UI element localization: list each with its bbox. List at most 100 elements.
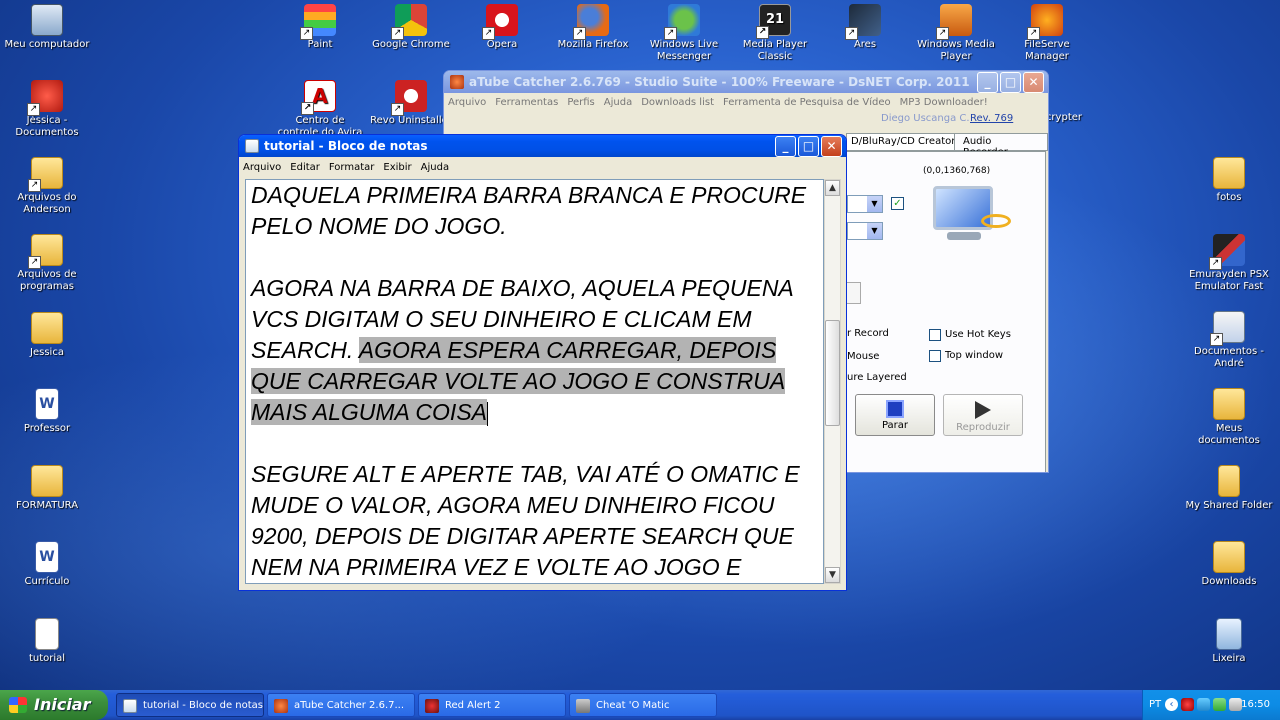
desktop-icon-curriculo[interactable]: W Currículo bbox=[2, 541, 92, 588]
desktop-icon-lixeira[interactable]: Lixeira bbox=[1184, 618, 1274, 665]
desktop-icon-firefox[interactable]: Mozilla Firefox bbox=[548, 4, 638, 51]
text-segment: SEARCH. bbox=[251, 337, 359, 363]
maximize-button[interactable]: □ bbox=[1000, 71, 1021, 93]
atube-icon bbox=[274, 699, 288, 713]
text-line: 9200, DEPOIS DE DIGITAR APERTE SEARCH QU… bbox=[251, 523, 794, 549]
play-label: Reproduzir bbox=[956, 422, 1010, 433]
menu-perfis[interactable]: Perfis bbox=[567, 97, 594, 108]
notepad-window[interactable]: tutorial - Bloco de notas _ □ ✕ Arquivo … bbox=[238, 134, 847, 591]
cheat-o-matic-icon bbox=[576, 699, 590, 713]
notepad-app-icon bbox=[245, 139, 259, 153]
taskbar-item-cheat-o-matic[interactable]: Cheat 'O Matic bbox=[569, 693, 717, 717]
desktop-icon-arquivos-programas[interactable]: Arquivos de programas bbox=[2, 234, 92, 293]
menu-ajuda[interactable]: Ajuda bbox=[604, 97, 632, 108]
clock[interactable]: 16:50 bbox=[1241, 699, 1270, 710]
play-button[interactable]: Reproduzir bbox=[943, 394, 1023, 436]
tab-creator[interactable]: D/BluRay/CD Creator bbox=[846, 133, 961, 151]
vertical-scrollbar[interactable]: ▲ ▼ bbox=[824, 179, 841, 584]
start-button[interactable]: Iniciar bbox=[0, 690, 108, 720]
antivirus-tray-icon[interactable] bbox=[1181, 698, 1194, 711]
menu-formatar[interactable]: Formatar bbox=[329, 162, 374, 173]
menu-arquivo[interactable]: Arquivo bbox=[448, 97, 486, 108]
stop-icon bbox=[886, 400, 904, 418]
desktop-icon-jessica[interactable]: Jessica bbox=[2, 312, 92, 359]
chevron-left-icon[interactable]: ‹ bbox=[1165, 698, 1178, 711]
volume-tray-icon[interactable] bbox=[1229, 698, 1242, 711]
icon-label: Jessica bbox=[30, 347, 64, 358]
notepad-titlebar[interactable]: tutorial - Bloco de notas _ □ ✕ bbox=[239, 135, 846, 157]
desktop-icon-documentos-andre[interactable]: Documentos - André bbox=[1184, 311, 1274, 370]
minimize-button[interactable]: _ bbox=[977, 71, 998, 93]
desktop-icon-opera[interactable]: Opera bbox=[457, 4, 547, 51]
atube-author-link[interactable]: Diego Uscanga C. bbox=[881, 113, 970, 124]
menu-editar[interactable]: Editar bbox=[290, 162, 320, 173]
desktop-icon-msn[interactable]: Windows Live Messenger bbox=[639, 4, 729, 63]
scroll-up-button[interactable]: ▲ bbox=[825, 180, 840, 196]
notepad-title: tutorial - Bloco de notas bbox=[264, 139, 428, 153]
desktop-icon-wmp[interactable]: Windows Media Player bbox=[911, 4, 1001, 63]
desktop-icon-paint[interactable]: Paint bbox=[275, 4, 365, 51]
taskbar-item-red-alert[interactable]: Red Alert 2 bbox=[418, 693, 566, 717]
text-line: PELO NOME DO JOGO. bbox=[251, 213, 507, 239]
icon-label: Mozilla Firefox bbox=[557, 39, 629, 50]
atube-small-button[interactable] bbox=[847, 282, 861, 304]
language-indicator[interactable]: PT bbox=[1149, 699, 1161, 710]
desktop-icon-fileserve[interactable]: FileServe Manager bbox=[1002, 4, 1092, 63]
messenger-icon bbox=[664, 4, 700, 40]
menu-downloads-list[interactable]: Downloads list bbox=[641, 97, 714, 108]
desktop-icon-professor[interactable]: W Professor bbox=[2, 388, 92, 435]
desktop-icon-shared-folder[interactable]: My Shared Folder bbox=[1184, 465, 1274, 512]
desktop-icon-emurayden[interactable]: Emurayden PSX Emulator Fast bbox=[1184, 234, 1274, 293]
desktop-icon-chrome[interactable]: Google Chrome bbox=[366, 4, 456, 51]
menu-ferramentas[interactable]: Ferramentas bbox=[495, 97, 558, 108]
top-window-checkbox[interactable] bbox=[929, 350, 941, 362]
security-tray-icon[interactable] bbox=[1213, 698, 1226, 711]
stop-button[interactable]: Parar bbox=[855, 394, 935, 436]
network-tray-icon[interactable] bbox=[1197, 698, 1210, 711]
text-line: VCS DIGITAM O SEU DINHEIRO E CLICAM EM bbox=[251, 306, 752, 332]
chevron-down-icon: ▼ bbox=[867, 223, 882, 239]
desktop-icon-arquivos-anderson[interactable]: Arquivos do Anderson bbox=[2, 157, 92, 216]
desktop-icon-mpc[interactable]: 21 Media Player Classic bbox=[730, 4, 820, 63]
scroll-down-button[interactable]: ▼ bbox=[825, 567, 840, 583]
use-hotkeys-checkbox[interactable] bbox=[929, 329, 941, 341]
desktop-icon-ares[interactable]: Ares bbox=[820, 4, 910, 51]
select-1[interactable]: ▼ bbox=[847, 195, 883, 213]
menu-exibir[interactable]: Exibir bbox=[383, 162, 411, 173]
menu-ajuda[interactable]: Ajuda bbox=[421, 162, 449, 173]
taskbar-item-notepad[interactable]: tutorial - Bloco de notas bbox=[116, 693, 264, 717]
task-label: tutorial - Bloco de notas bbox=[143, 700, 264, 711]
minimize-button[interactable]: _ bbox=[775, 135, 796, 157]
taskbar-item-atube[interactable]: aTube Catcher 2.6.7... bbox=[267, 693, 415, 717]
close-button[interactable]: ✕ bbox=[1023, 71, 1044, 93]
desktop-icon-formatura[interactable]: FORMATURA bbox=[2, 465, 92, 512]
icon-label: fotos bbox=[1216, 192, 1242, 203]
desktop-icon-downloads[interactable]: Downloads bbox=[1184, 541, 1274, 588]
screen-capture-icon bbox=[929, 186, 1011, 246]
select-2[interactable]: ▼ bbox=[847, 222, 883, 240]
notepad-text-area[interactable]: DAQUELA PRIMEIRA BARRA BRANCA E PROCURE … bbox=[245, 179, 824, 584]
desktop-icon-jessica-documentos[interactable]: Jéssica - Documentos bbox=[2, 80, 92, 139]
text-line: SEGURE ALT E APERTE TAB, VAI ATÉ O OMATI… bbox=[251, 461, 800, 487]
atube-rev-link[interactable]: Rev. 769 bbox=[970, 113, 1013, 124]
desktop-icon-fotos[interactable]: fotos bbox=[1184, 157, 1274, 204]
tab-audio-recorder[interactable]: Audio Recorder bbox=[954, 133, 1048, 158]
system-tray: PT ‹ 16:50 bbox=[1142, 690, 1280, 720]
atube-titlebar[interactable]: aTube Catcher 2.6.769 - Studio Suite - 1… bbox=[444, 71, 1048, 93]
close-button[interactable]: ✕ bbox=[821, 135, 842, 157]
menu-mp3-downloader[interactable]: MP3 Downloader! bbox=[900, 97, 988, 108]
checkbox-checked[interactable]: ✓ bbox=[891, 197, 904, 210]
folder-icon bbox=[28, 234, 63, 269]
word-document-icon: W bbox=[35, 541, 59, 573]
menu-arquivo[interactable]: Arquivo bbox=[243, 162, 281, 173]
menu-video-search[interactable]: Ferramenta de Pesquisa de Vídeo bbox=[723, 97, 891, 108]
play-icon bbox=[975, 401, 991, 419]
desktop-icon-tutorial[interactable]: tutorial bbox=[2, 618, 92, 665]
scroll-thumb[interactable] bbox=[825, 320, 840, 426]
desktop-icon-meus-documentos[interactable]: Meus documentos bbox=[1184, 388, 1274, 447]
maximize-button[interactable]: □ bbox=[798, 135, 819, 157]
stop-label: Parar bbox=[881, 420, 909, 431]
desktop-icon-meu-computador[interactable]: Meu computador bbox=[2, 4, 92, 51]
task-label: Red Alert 2 bbox=[445, 700, 501, 711]
firefox-icon bbox=[573, 4, 609, 40]
